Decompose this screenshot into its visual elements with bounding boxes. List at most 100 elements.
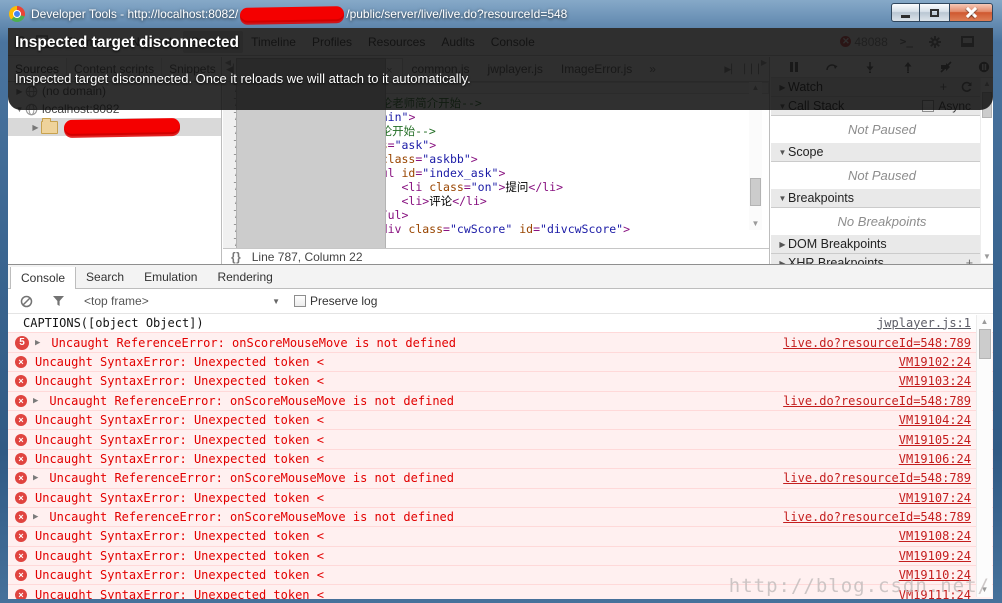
console-source-link[interactable]: VM19107:24 (899, 491, 971, 505)
drawer-tab-bar: ConsoleSearchEmulationRendering (8, 265, 993, 289)
console-error-row: × Uncaught SyntaxError: Unexpected token … (8, 584, 993, 599)
console-message-text: Uncaught ReferenceError: onScoreMouseMov… (51, 336, 783, 350)
console-source-link[interactable]: VM19109:24 (899, 549, 971, 563)
console-source-link[interactable]: VM19106:24 (899, 452, 971, 466)
chevron-expanded-icon[interactable]: ▼ (777, 194, 788, 203)
chevron-expanded-icon[interactable]: ▼ (777, 148, 788, 157)
error-icon: × (15, 434, 27, 446)
console-error-row: ×Uncaught SyntaxError: Unexpected token … (8, 371, 993, 390)
expand-arrow-icon[interactable]: ▶ (33, 473, 38, 483)
drawer-tab-rendering[interactable]: Rendering (207, 266, 282, 288)
console-source-link[interactable]: jwplayer.js:1 (877, 316, 971, 330)
console-error-row: × Uncaught SyntaxError: Unexpected token … (8, 352, 993, 371)
scroll-down-icon[interactable]: ▼ (981, 251, 993, 263)
window-title-suffix: /public/server/live/live.do?resourceId=5… (346, 7, 567, 21)
console-source-link[interactable]: live.do?resourceId=548:789 (783, 336, 971, 350)
section-header-dom-breakpoints[interactable]: ▶DOM Breakpoints (771, 235, 993, 254)
maximize-button[interactable] (920, 3, 949, 22)
scroll-down-icon[interactable]: ▼ (977, 584, 992, 596)
console-message-text: Uncaught SyntaxError: Unexpected token < (35, 491, 899, 505)
section-body-call-stack: Not Paused (771, 116, 993, 143)
execution-context-selector[interactable]: <top frame> ▼ (84, 294, 280, 308)
error-icon: × (15, 530, 27, 542)
error-icon: × (15, 589, 27, 599)
error-icon: × (15, 569, 27, 581)
overlay-title: Inspected target disconnected (15, 34, 239, 52)
chevron-down-icon: ▼ (272, 297, 280, 306)
section-header-scope[interactable]: ▼Scope (771, 143, 993, 162)
console-error-row: ×▶Uncaught ReferenceError: onScoreMouseM… (8, 391, 993, 410)
chevron-collapsed-icon[interactable]: ▶ (30, 123, 41, 132)
expand-arrow-icon[interactable]: ▶ (33, 512, 38, 522)
console-source-link[interactable]: VM19110:24 (899, 568, 971, 582)
error-icon: × (15, 472, 27, 484)
console-message-text: Uncaught SyntaxError: Unexpected token < (35, 355, 899, 369)
console-message-text: Uncaught SyntaxError: Unexpected token < (35, 588, 899, 599)
clear-console-icon[interactable] (16, 292, 36, 310)
error-icon: × (15, 414, 27, 426)
cursor-position-label: Line 787, Column 22 (252, 250, 363, 264)
console-messages: CAPTIONS([object Object])jwplayer.js:15▶… (8, 313, 993, 599)
editor-status-bar: { } Line 787, Column 22 (223, 248, 769, 264)
console-source-link[interactable]: VM19108:24 (899, 529, 971, 543)
console-source-link[interactable]: VM19102:24 (899, 355, 971, 369)
section-body-breakpoints: No Breakpoints (771, 208, 993, 235)
close-button[interactable] (949, 3, 993, 22)
console-source-link[interactable]: VM19111:24 (899, 588, 971, 599)
console-error-row: ×Uncaught SyntaxError: Unexpected token … (8, 449, 993, 468)
console-message-text: CAPTIONS([object Object]) (23, 316, 877, 330)
console-source-link[interactable]: VM19103:24 (899, 374, 971, 388)
section-title: XHR Breakpoints (788, 256, 884, 264)
pretty-print-icon[interactable]: { } (231, 250, 240, 264)
add-xhr-breakpoint-icon[interactable]: + (966, 256, 973, 264)
console-error-row: 5▶Uncaught ReferenceError: onScoreMouseM… (8, 332, 993, 351)
console-source-link[interactable]: live.do?resourceId=548:789 (783, 510, 971, 524)
preserve-log-checkbox[interactable] (294, 295, 306, 307)
disconnected-overlay: Inspected target disconnected Inspected … (8, 28, 993, 110)
folder-icon (41, 121, 58, 134)
drawer-tab-console[interactable]: Console (10, 267, 76, 289)
console-error-row: ×Uncaught SyntaxError: Unexpected token … (8, 410, 993, 429)
error-icon: × (15, 375, 27, 387)
console-message-text: Uncaught SyntaxError: Unexpected token < (35, 568, 899, 582)
section-header-breakpoints[interactable]: ▼Breakpoints (771, 189, 993, 208)
error-icon: × (15, 550, 27, 562)
preserve-log-label: Preserve log (310, 294, 377, 308)
error-icon: × (15, 453, 27, 465)
minimize-button[interactable] (891, 3, 920, 22)
expand-arrow-icon[interactable]: ▶ (35, 338, 40, 348)
section-body-scope: Not Paused (771, 162, 993, 189)
section-title: Breakpoints (788, 191, 854, 205)
section-header-xhr-breakpoints[interactable]: ▶XHR Breakpoints+ (771, 254, 993, 264)
error-icon: × (15, 511, 27, 523)
console-source-link[interactable]: VM19104:24 (899, 413, 971, 427)
console-error-row: × ▶ Uncaught ReferenceError: onScoreMouseM… (8, 507, 993, 526)
preserve-log-control[interactable]: Preserve log (294, 294, 377, 308)
console-scrollbar[interactable]: ▲ ▼ (976, 315, 992, 597)
chevron-collapsed-icon[interactable]: ▶ (777, 240, 788, 249)
redacted-folder-name (64, 118, 180, 136)
window-title: Developer Tools - http://localhost:8082/… (31, 7, 567, 22)
tree-item-redacted[interactable]: ▶ (8, 118, 221, 136)
window-title-prefix: Developer Tools - http://localhost:8082/ (31, 7, 238, 21)
console-log-row: CAPTIONS([object Object])jwplayer.js:1 (8, 313, 993, 332)
drawer-tab-search[interactable]: Search (76, 266, 134, 288)
console-message-text: Uncaught ReferenceError: onScoreMouseMov… (49, 510, 783, 524)
console-scroll-thumb[interactable] (979, 329, 991, 359)
filter-icon[interactable] (48, 292, 68, 310)
console-source-link[interactable]: VM19105:24 (899, 433, 971, 447)
drawer-tab-emulation[interactable]: Emulation (134, 266, 207, 288)
error-icon: × (15, 356, 27, 368)
console-message-text: Uncaught ReferenceError: onScoreMouseMov… (49, 394, 783, 408)
console-source-link[interactable]: live.do?resourceId=548:789 (783, 394, 971, 408)
section-title: DOM Breakpoints (788, 237, 887, 251)
console-error-row: × ▶ Uncaught ReferenceError: onScoreMouseM… (8, 468, 993, 487)
console-message-text: Uncaught ReferenceError: onScoreMouseMov… (49, 471, 783, 485)
devtools-client: ElementsNetworkSourcesTimelineProfilesRe… (8, 28, 993, 599)
console-source-link[interactable]: live.do?resourceId=548:789 (783, 471, 971, 485)
error-icon: × (15, 492, 27, 504)
expand-arrow-icon[interactable]: ▶ (33, 396, 38, 406)
scroll-up-icon[interactable]: ▲ (977, 316, 992, 328)
frame-selector-value: <top frame> (84, 294, 149, 308)
console-error-row: ×Uncaught SyntaxError: Unexpected token … (8, 429, 993, 448)
